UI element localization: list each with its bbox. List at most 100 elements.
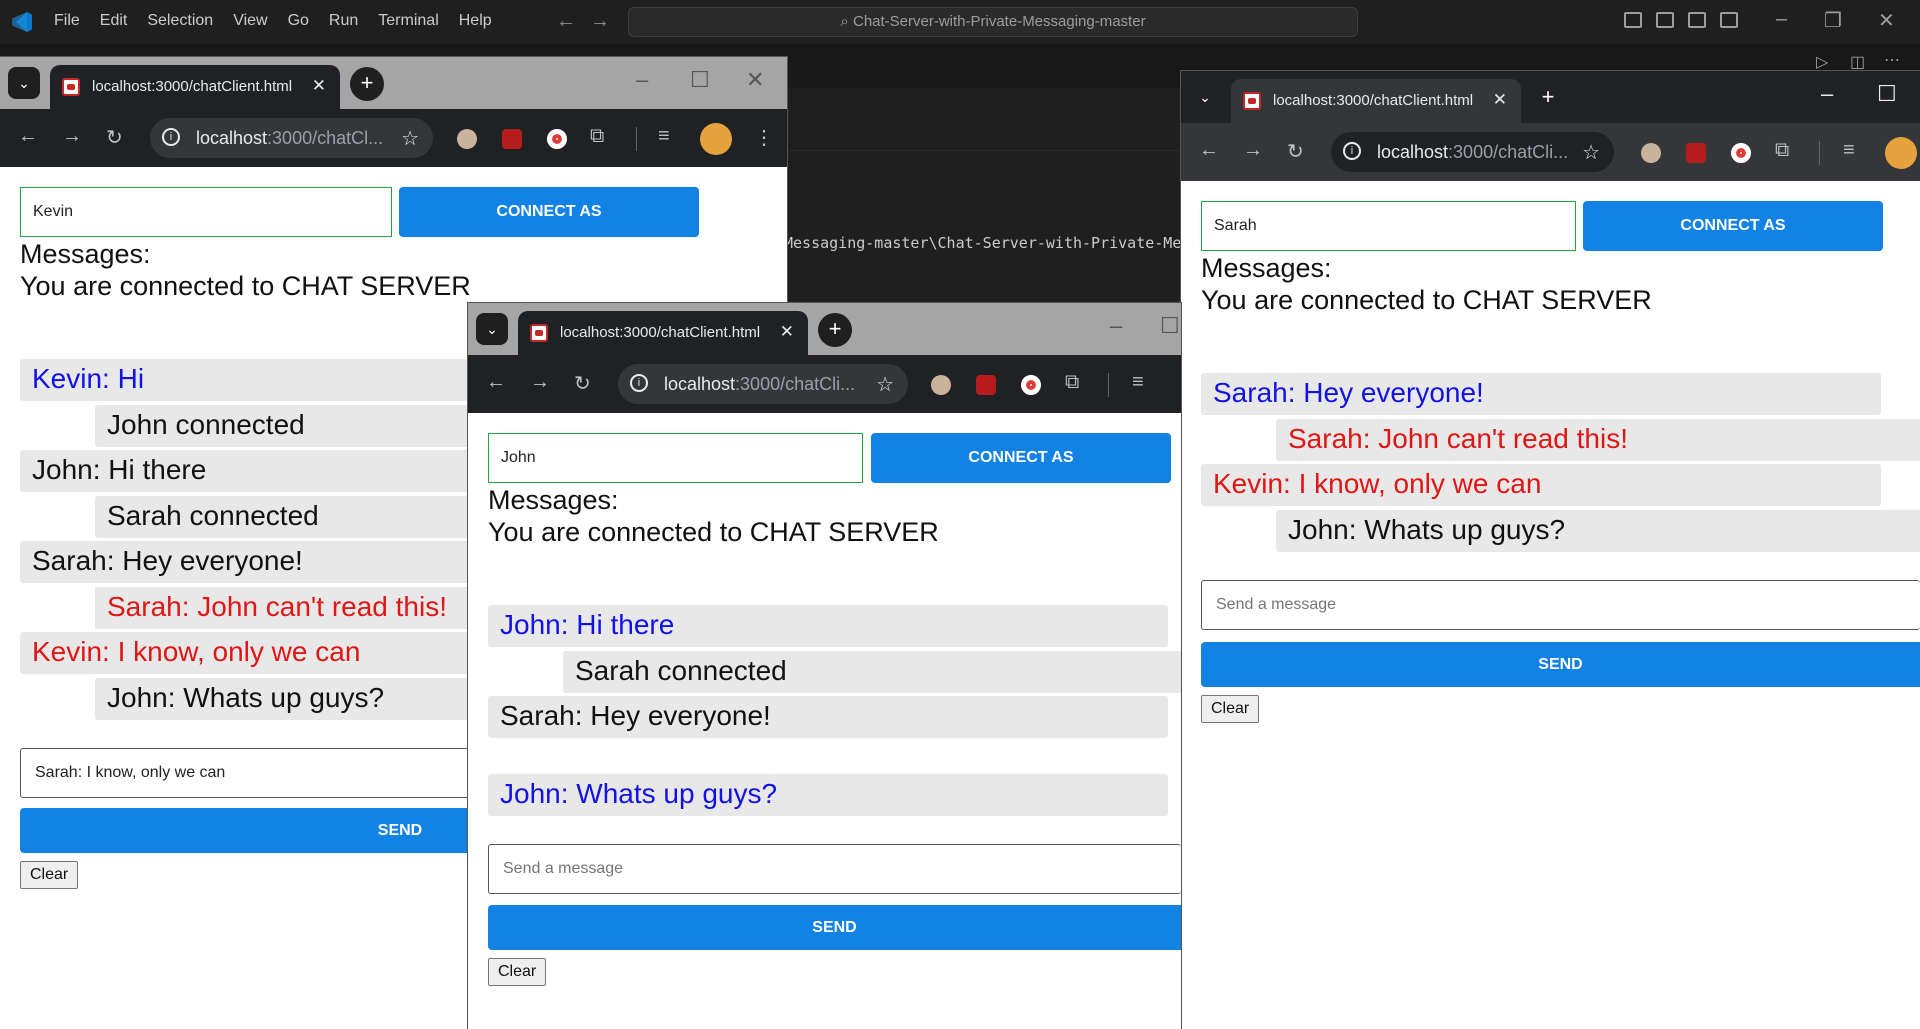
username-input[interactable]: Kevin: [20, 187, 392, 237]
extension-owl-icon[interactable]: [1641, 143, 1661, 163]
menu-run[interactable]: Run: [329, 12, 358, 30]
back-icon[interactable]: ←: [18, 125, 38, 148]
reload-icon[interactable]: ↻: [1287, 139, 1304, 164]
address-bar[interactable]: i localhost:3000/chatCli... ☆: [1331, 132, 1614, 172]
close-tab-icon[interactable]: ✕: [312, 76, 326, 96]
connect-button[interactable]: CONNECT AS: [1583, 201, 1883, 251]
menu-terminal[interactable]: Terminal: [378, 12, 438, 30]
tab-search-dropdown-icon[interactable]: ⌄: [1189, 81, 1221, 113]
new-tab-icon[interactable]: +: [350, 67, 384, 101]
profile-avatar[interactable]: [700, 123, 732, 155]
toggle-panel-icon[interactable]: [1656, 12, 1674, 28]
message-input[interactable]: Send a message: [488, 844, 1181, 894]
extension-owl-icon[interactable]: [931, 375, 951, 395]
bookmark-star-icon[interactable]: ☆: [876, 372, 894, 397]
forward-icon[interactable]: →: [1243, 139, 1263, 162]
browser-toolbar: ← → ↻ i localhost:3000/chatCli... ☆ ⧉ ≡: [1181, 123, 1920, 181]
reload-icon[interactable]: ↻: [106, 125, 123, 150]
forward-icon[interactable]: →: [62, 125, 82, 148]
message-item: Sarah: Hey everyone!: [488, 696, 1168, 738]
ublock-icon[interactable]: [502, 129, 522, 149]
command-center-search[interactable]: ⌕ Chat-Server-with-Private-Messaging-mas…: [628, 7, 1358, 37]
minimize-icon[interactable]: –: [1821, 81, 1833, 107]
close-tab-icon[interactable]: ✕: [1493, 90, 1507, 110]
clear-button[interactable]: Clear: [488, 958, 547, 986]
new-tab-icon[interactable]: +: [818, 313, 852, 347]
menu-view[interactable]: View: [233, 12, 267, 30]
address-bar[interactable]: i localhost:3000/chatCli... ☆: [618, 364, 908, 404]
forward-arrow-icon[interactable]: →: [590, 10, 610, 33]
record-extension-icon[interactable]: [547, 129, 567, 149]
extension-owl-icon[interactable]: [457, 129, 477, 149]
chat-page: John CONNECT AS Messages: You are connec…: [468, 413, 1181, 1029]
menu-file[interactable]: File: [54, 12, 80, 30]
send-button[interactable]: SEND: [1201, 642, 1920, 687]
close-icon[interactable]: ✕: [1878, 8, 1895, 33]
browser-tab[interactable]: localhost:3000/chatClient.html ✕: [518, 311, 808, 355]
ublock-icon[interactable]: [1686, 143, 1706, 163]
record-extension-icon[interactable]: [1731, 143, 1751, 163]
browser-tab[interactable]: localhost:3000/chatClient.html ✕: [1231, 79, 1521, 123]
username-input[interactable]: John: [488, 433, 863, 483]
media-queue-icon[interactable]: ≡: [1132, 371, 1144, 394]
minimize-icon[interactable]: –: [1110, 313, 1122, 339]
menu-selection[interactable]: Selection: [147, 12, 213, 30]
tab-search-dropdown-icon[interactable]: ⌄: [476, 313, 508, 345]
site-info-icon[interactable]: i: [1343, 142, 1361, 160]
clear-button[interactable]: Clear: [20, 861, 79, 889]
back-arrow-icon[interactable]: ←: [556, 10, 576, 33]
close-window-icon[interactable]: ✕: [746, 67, 764, 93]
close-tab-icon[interactable]: ✕: [780, 322, 794, 342]
site-info-icon[interactable]: i: [630, 374, 648, 392]
extensions-puzzle-icon[interactable]: ⧉: [1065, 371, 1079, 394]
menu-go[interactable]: Go: [288, 12, 309, 30]
profile-avatar[interactable]: [1885, 137, 1917, 169]
minimize-icon[interactable]: –: [1776, 8, 1787, 31]
menu-edit[interactable]: Edit: [100, 12, 128, 30]
vscode-titlebar: File Edit Selection View Go Run Terminal…: [0, 0, 1920, 44]
send-button[interactable]: SEND: [488, 905, 1181, 950]
terminal-output: Messaging-master\Chat-Server-with-Privat…: [784, 234, 1182, 252]
bookmark-star-icon[interactable]: ☆: [401, 126, 419, 151]
site-info-icon[interactable]: i: [162, 128, 180, 146]
ublock-icon[interactable]: [976, 375, 996, 395]
browser-tab[interactable]: localhost:3000/chatClient.html ✕: [50, 65, 340, 109]
back-icon[interactable]: ←: [486, 371, 506, 394]
menu-help[interactable]: Help: [459, 12, 492, 30]
forward-icon[interactable]: →: [530, 371, 550, 394]
toggle-sidebar-icon[interactable]: [1624, 12, 1642, 28]
address-bar[interactable]: i localhost:3000/chatCl... ☆: [150, 118, 433, 158]
url-path: :3000/chatCli...: [735, 374, 856, 394]
new-tab-icon[interactable]: +: [1531, 81, 1565, 115]
maximize-icon[interactable]: ☐: [1160, 313, 1180, 339]
minimize-icon[interactable]: –: [636, 67, 648, 93]
messages-heading: Messages:: [20, 239, 151, 269]
chrome-menu-icon[interactable]: ⋮: [754, 125, 774, 150]
reload-icon[interactable]: ↻: [574, 371, 591, 396]
maximize-icon[interactable]: ☐: [1877, 81, 1897, 107]
customize-layout-icon[interactable]: [1720, 12, 1738, 28]
extensions-puzzle-icon[interactable]: ⧉: [590, 125, 604, 148]
toggle-secondary-sidebar-icon[interactable]: [1688, 12, 1706, 28]
extensions-puzzle-icon[interactable]: ⧉: [1775, 139, 1789, 162]
media-queue-icon[interactable]: ≡: [658, 125, 670, 148]
vscode-menu-bar: File Edit Selection View Go Run Terminal…: [54, 12, 492, 30]
tab-bar: ⌄ localhost:3000/chatClient.html ✕ + – ☐: [468, 303, 1181, 355]
back-icon[interactable]: ←: [1199, 139, 1219, 162]
tab-search-dropdown-icon[interactable]: ⌄: [8, 67, 40, 99]
media-queue-icon[interactable]: ≡: [1843, 139, 1855, 162]
username-input[interactable]: Sarah: [1201, 201, 1576, 251]
connect-button[interactable]: CONNECT AS: [871, 433, 1171, 483]
restore-icon[interactable]: ❐: [1824, 8, 1842, 33]
run-icon[interactable]: ▷: [1816, 52, 1828, 72]
message-item: Sarah: Hey everyone!: [1201, 373, 1881, 415]
more-actions-icon[interactable]: ⋯: [1884, 50, 1900, 70]
message-input[interactable]: Send a message: [1201, 580, 1920, 630]
split-editor-icon[interactable]: ◫: [1850, 52, 1865, 72]
maximize-icon[interactable]: ☐: [690, 67, 710, 93]
browser-window-sarah: ⌄ localhost:3000/chatClient.html ✕ + – ☐…: [1181, 71, 1920, 1029]
bookmark-star-icon[interactable]: ☆: [1582, 140, 1600, 165]
connect-button[interactable]: CONNECT AS: [399, 187, 699, 237]
clear-button[interactable]: Clear: [1201, 695, 1260, 723]
record-extension-icon[interactable]: [1021, 375, 1041, 395]
